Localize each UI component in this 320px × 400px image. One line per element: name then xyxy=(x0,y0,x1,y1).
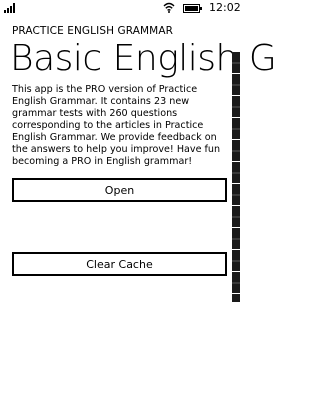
status-bar: 12:02 xyxy=(0,0,241,16)
adjacent-panel-edge xyxy=(232,52,240,302)
clear-cache-button[interactable]: Clear Cache xyxy=(12,252,227,276)
wifi-icon xyxy=(163,2,175,13)
open-button-label: Open xyxy=(104,183,135,197)
app-description: This app is the PRO version of Practice … xyxy=(12,84,221,167)
status-time: 12:02 xyxy=(209,1,241,14)
battery-icon xyxy=(183,4,202,13)
clear-cache-button-label: Clear Cache xyxy=(86,257,153,271)
signal-icon xyxy=(4,3,15,13)
open-button[interactable]: Open xyxy=(12,178,227,202)
